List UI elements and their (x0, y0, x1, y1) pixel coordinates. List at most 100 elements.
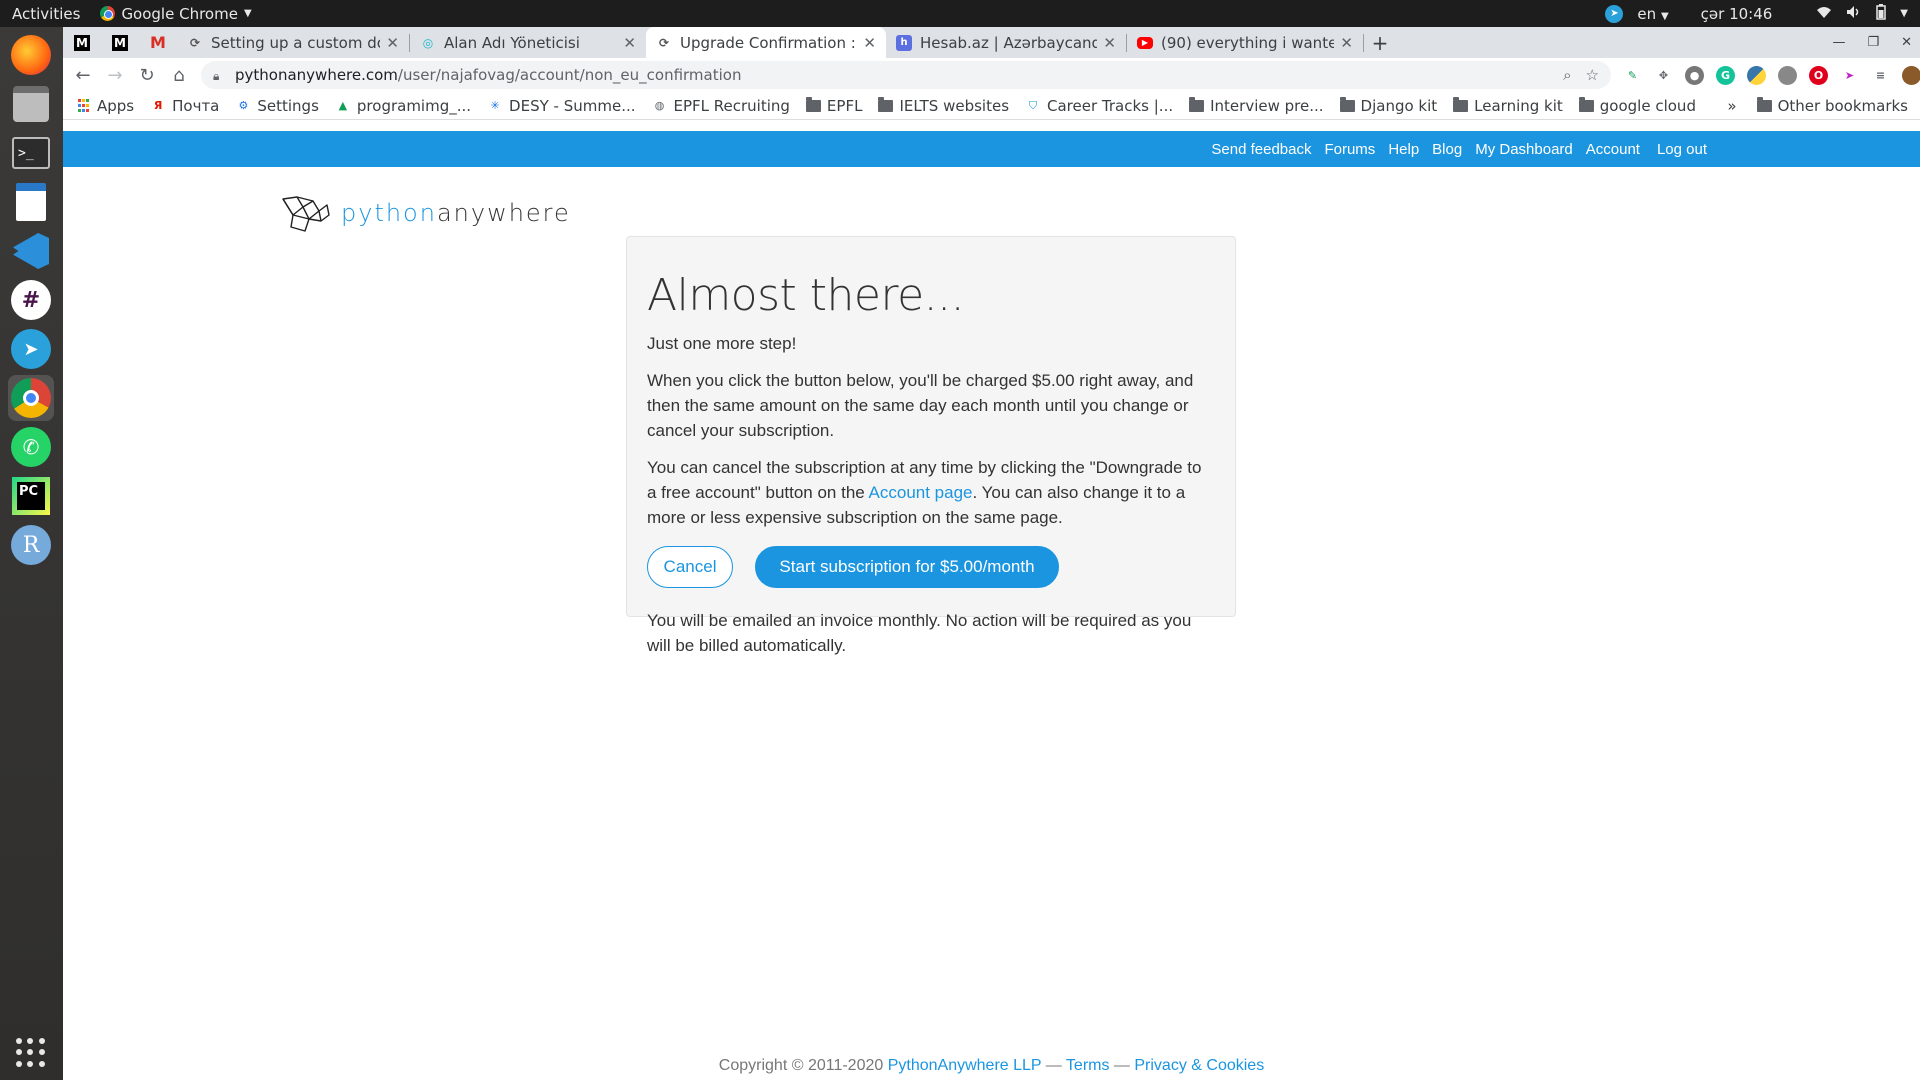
dock-chrome[interactable] (8, 375, 54, 421)
grammarly-icon[interactable]: G (1716, 65, 1735, 85)
reload-button[interactable]: ↻ (131, 59, 163, 91)
nav-forums[interactable]: Forums (1324, 141, 1375, 158)
close-icon[interactable]: ✕ (1340, 34, 1353, 52)
cancel-button[interactable]: Cancel (647, 546, 733, 588)
bookmark-apps[interactable]: Apps (75, 97, 134, 115)
privacy-link[interactable]: Privacy & Cookies (1134, 1057, 1264, 1074)
tab-upgrade-confirmation[interactable]: ⟳ Upgrade Confirmation : n ✕ (646, 27, 886, 58)
bookmark-django-kit[interactable]: Django kit (1339, 96, 1437, 115)
dock-writer[interactable] (8, 179, 54, 225)
tab-gmail[interactable]: M (139, 27, 177, 58)
whatsapp-icon: ✆ (11, 427, 51, 467)
dock-files[interactable] (8, 81, 54, 127)
start-subscription-button[interactable]: Start subscription for $5.00/month (755, 546, 1059, 588)
extension-shield-icon[interactable]: ● (1685, 65, 1704, 85)
activities-button[interactable]: Activities (0, 5, 92, 23)
nav-account[interactable]: Account (1586, 141, 1640, 158)
more-bookmarks-button[interactable]: » (1727, 97, 1736, 115)
bookmark-career-tracks[interactable]: ⛉ Career Tracks |... (1025, 97, 1173, 115)
zoom-icon[interactable]: ⌕ (1563, 66, 1571, 84)
tab-hesab[interactable]: h Hesab.az | Azərbaycand ✕ (886, 27, 1126, 58)
telegram-tray-icon[interactable]: ➤ (1605, 4, 1624, 23)
bookmark-programimg[interactable]: ▲ programimg_... (335, 97, 471, 115)
dock-terminal[interactable]: >_ (8, 130, 54, 176)
dock-rstudio[interactable]: R (8, 522, 54, 568)
extension-pen-icon[interactable]: ✎ (1623, 66, 1642, 85)
battery-icon[interactable] (1876, 3, 1887, 24)
close-icon[interactable]: ✕ (1103, 34, 1116, 52)
bookmark-interview[interactable]: Interview pre... (1189, 96, 1324, 115)
pythonanywhere-logo[interactable]: pythonanywhere (279, 193, 571, 233)
tab-medium-2[interactable]: M (101, 27, 139, 58)
terms-link[interactable]: Terms (1066, 1057, 1110, 1074)
dock-slack[interactable]: # (8, 277, 54, 323)
tab-alan-adi[interactable]: ◎ Alan Adı Yöneticisi ✕ (410, 27, 646, 58)
address-bar[interactable]: 🔒︎ pythonanywhere.com/user/najafovag/acc… (201, 61, 1611, 89)
window-controls: — ❐ ✕ (1832, 27, 1912, 58)
clock[interactable]: çər 10:46 (1701, 5, 1773, 23)
nav-send-feedback[interactable]: Send feedback (1211, 141, 1311, 158)
avatar[interactable] (1902, 65, 1920, 85)
bookmark-google-cloud[interactable]: google cloud (1578, 96, 1696, 115)
bookmark-pochta[interactable]: Я Почта (150, 97, 220, 115)
new-tab-button[interactable]: + (1364, 27, 1396, 58)
extension-move-icon[interactable]: ✥ (1654, 66, 1673, 85)
restore-icon[interactable]: ❐ (1867, 35, 1879, 50)
folder-icon (1578, 96, 1594, 112)
files-icon (13, 86, 49, 122)
pycharm-icon: PC (12, 477, 50, 515)
tab-title: (90) everything i wanted (1161, 33, 1335, 52)
bookmark-ielts[interactable]: IELTS websites (878, 96, 1009, 115)
back-button[interactable]: ← (67, 59, 99, 91)
nav-blog[interactable]: Blog (1432, 141, 1462, 158)
tab-youtube[interactable]: ▶ (90) everything i wanted ✕ (1127, 27, 1363, 58)
playlist-icon[interactable]: ≡ (1871, 66, 1890, 85)
tab-medium-1[interactable]: M (63, 27, 101, 58)
close-icon[interactable]: ✕ (623, 34, 636, 52)
forward-button[interactable]: → (99, 59, 131, 91)
opera-icon[interactable]: O (1809, 65, 1828, 85)
chevron-down-icon[interactable]: ▼ (1900, 8, 1908, 19)
nav-help[interactable]: Help (1388, 141, 1419, 158)
bookmark-label: Other bookmarks (1777, 96, 1908, 115)
python-icon[interactable] (1747, 65, 1766, 85)
dock: >_ # ➤ ✆ PC R (0, 27, 63, 1080)
dock-vscode[interactable] (8, 228, 54, 274)
tab-custom-domain[interactable]: ⟳ Setting up a custom dom ✕ (177, 27, 409, 58)
close-window-icon[interactable]: ✕ (1901, 35, 1912, 50)
tab-title: Setting up a custom dom (211, 33, 380, 52)
firefox-icon (11, 35, 51, 75)
home-icon: ⌂ (173, 64, 185, 86)
bookmark-star-icon[interactable]: ☆ (1586, 66, 1599, 84)
bookmark-desy[interactable]: ✳ DESY - Summe... (487, 97, 635, 115)
wifi-icon[interactable] (1816, 5, 1832, 23)
nav-my-dashboard[interactable]: My Dashboard (1475, 141, 1573, 158)
company-link[interactable]: PythonAnywhere LLP (888, 1057, 1042, 1074)
nav-log-out[interactable]: Log out (1657, 141, 1707, 158)
language-indicator[interactable]: en ▼ (1637, 5, 1668, 23)
minimize-icon[interactable]: — (1832, 35, 1845, 50)
show-applications-icon[interactable] (16, 1038, 46, 1068)
volume-icon[interactable] (1846, 5, 1862, 23)
bookmark-epfl[interactable]: EPFL (805, 96, 862, 115)
chrome-icon (100, 6, 116, 21)
home-button[interactable]: ⌂ (163, 59, 195, 91)
dock-pycharm[interactable]: PC (8, 473, 54, 519)
bookmark-learning-kit[interactable]: Learning kit (1453, 96, 1563, 115)
dock-whatsapp[interactable]: ✆ (8, 424, 54, 470)
tab-title: Hesab.az | Azərbaycand (920, 33, 1098, 52)
account-page-link[interactable]: Account page (869, 483, 973, 502)
extension-send-icon[interactable]: ➤ (1840, 66, 1859, 85)
other-bookmarks[interactable]: Other bookmarks (1756, 96, 1908, 115)
close-icon[interactable]: ✕ (863, 34, 876, 52)
app-menu[interactable]: Google Chrome ▼ (92, 5, 252, 23)
bookmark-epfl-recruiting[interactable]: ◍ EPFL Recruiting (652, 97, 790, 115)
close-icon[interactable]: ✕ (386, 34, 399, 52)
dock-firefox[interactable] (8, 32, 54, 78)
extension-gray-icon[interactable] (1778, 65, 1797, 85)
writer-icon (16, 183, 46, 221)
bookmark-settings[interactable]: ⚙ Settings (235, 97, 318, 115)
gear-icon: ⚙ (238, 99, 249, 112)
dock-telegram[interactable]: ➤ (8, 326, 54, 372)
globe-icon: ◍ (654, 99, 665, 112)
